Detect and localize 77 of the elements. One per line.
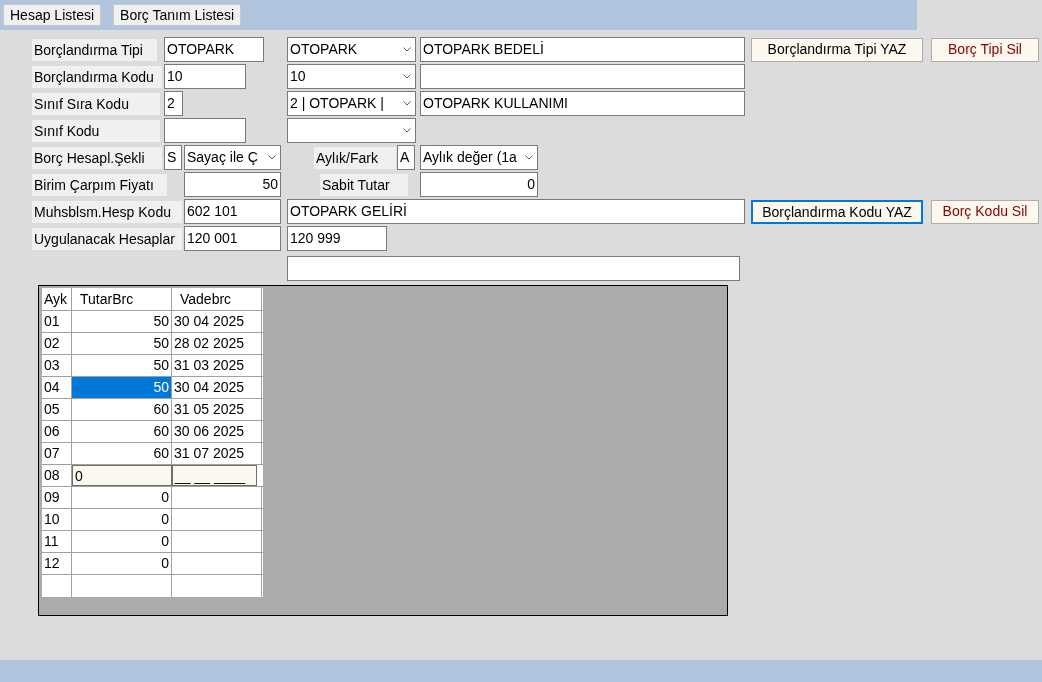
chevron-down-icon bbox=[403, 101, 411, 106]
table-cell: 60 bbox=[72, 421, 172, 442]
row-header-cell: 11 bbox=[42, 531, 72, 552]
field-label: Borçlandırma Kodu bbox=[32, 65, 162, 88]
input-field[interactable]: A bbox=[397, 145, 415, 170]
input-field[interactable]: S bbox=[164, 145, 182, 170]
input-field[interactable] bbox=[164, 118, 246, 143]
input-field[interactable]: OTOPARK KULLANIMI bbox=[420, 91, 745, 116]
chevron-down-icon bbox=[403, 74, 411, 79]
input-field[interactable]: OTOPARK bbox=[164, 37, 264, 62]
dropdown-field[interactable] bbox=[287, 118, 416, 143]
dropdown-field[interactable]: 10 bbox=[287, 64, 416, 89]
input-field[interactable] bbox=[420, 64, 745, 89]
row-header-cell: 12 bbox=[42, 553, 72, 574]
row-header-cell: 10 bbox=[42, 509, 72, 530]
table-cell: 50 bbox=[72, 355, 172, 376]
table-cell: 50 bbox=[72, 333, 172, 354]
action-button[interactable]: Borçlandırma Tipi YAZ bbox=[751, 37, 923, 62]
table-cell: 30 06 2025 bbox=[172, 421, 262, 442]
input-field[interactable]: 120 999 bbox=[287, 226, 387, 251]
table-cell: 31 03 2025 bbox=[172, 355, 262, 376]
table-cell: 0 bbox=[72, 509, 172, 530]
field-label: Sınıf Sıra Kodu bbox=[32, 92, 160, 115]
input-field[interactable]: __ __ ____ bbox=[172, 465, 257, 486]
input-field[interactable]: OTOPARK BEDELİ bbox=[420, 37, 745, 62]
field-label: Borçlandırma Tipi bbox=[32, 38, 157, 61]
toolbar-button[interactable]: Hesap Listesi bbox=[3, 4, 102, 26]
table-cell: 30 04 2025 bbox=[172, 377, 262, 398]
input-field[interactable] bbox=[287, 256, 740, 281]
row-header-cell: 06 bbox=[42, 421, 72, 442]
chevron-down-icon bbox=[525, 155, 533, 160]
input-field[interactable]: 120 001 bbox=[184, 226, 281, 251]
input-field[interactable]: OTOPARK GELİRİ bbox=[287, 199, 745, 224]
field-label: Aylık/Fark bbox=[314, 146, 396, 169]
chevron-down-icon bbox=[403, 128, 411, 133]
input-field[interactable]: 2 bbox=[164, 91, 183, 116]
input-field[interactable]: 0 bbox=[72, 465, 172, 486]
table-cell: 0 bbox=[72, 487, 172, 508]
input-field[interactable]: 50 bbox=[184, 172, 281, 197]
field-label: Muhsblsm.Hesp Kodu bbox=[32, 200, 182, 223]
dropdown-field[interactable]: Sayaç ile Ç bbox=[184, 145, 281, 170]
table-cell: 50 bbox=[72, 311, 172, 332]
action-button[interactable]: Borç Tipi Sil bbox=[931, 37, 1039, 62]
table-cell: 31 05 2025 bbox=[172, 399, 262, 420]
chevron-down-icon bbox=[268, 155, 276, 160]
table-cell: 60 bbox=[72, 443, 172, 464]
action-button[interactable]: Borçlandırma Kodu YAZ bbox=[751, 199, 923, 224]
row-header-cell: 05 bbox=[42, 399, 72, 420]
dropdown-field[interactable]: Aylık değer (1a bbox=[420, 145, 538, 170]
row-header-cell: 01 bbox=[42, 311, 72, 332]
row-header-cell: 03 bbox=[42, 355, 72, 376]
input-field[interactable]: 0 bbox=[420, 172, 538, 197]
field-label: Borç Hesapl.Şekli bbox=[32, 146, 162, 169]
field-label: Sabit Tutar bbox=[320, 173, 408, 196]
field-label: Birim Çarpım Fiyatı bbox=[32, 173, 167, 196]
action-button[interactable]: Borç Kodu Sil bbox=[931, 199, 1039, 224]
table-cell: 50 bbox=[72, 377, 172, 398]
table-cell: 31 07 2025 bbox=[172, 443, 262, 464]
row-header-cell: 07 bbox=[42, 443, 72, 464]
row-header-cell: 09 bbox=[42, 487, 72, 508]
table-cell: 60 bbox=[72, 399, 172, 420]
field-label: Sınıf Kodu bbox=[32, 119, 160, 142]
dropdown-field[interactable]: OTOPARK bbox=[287, 37, 416, 62]
table-cell: 28 02 2025 bbox=[172, 333, 262, 354]
dropdown-field[interactable]: 2 | OTOPARK | bbox=[287, 91, 416, 116]
column-header[interactable]: Vadebrc bbox=[172, 288, 262, 310]
input-field[interactable]: 10 bbox=[164, 64, 246, 89]
row-header-cell: 02 bbox=[42, 333, 72, 354]
input-field[interactable]: 602 101 bbox=[184, 199, 281, 224]
table-cell: 0 bbox=[72, 553, 172, 574]
chevron-down-icon bbox=[403, 47, 411, 52]
table-cell: 30 04 2025 bbox=[172, 311, 262, 332]
column-header[interactable]: TutarBrc bbox=[72, 288, 172, 310]
table-cell: 0 bbox=[72, 531, 172, 552]
column-header[interactable]: Ayk bbox=[42, 288, 72, 310]
field-label: Uygulanacak Hesaplar bbox=[32, 227, 182, 250]
toolbar-button[interactable]: Borç Tanım Listesi bbox=[113, 4, 242, 26]
